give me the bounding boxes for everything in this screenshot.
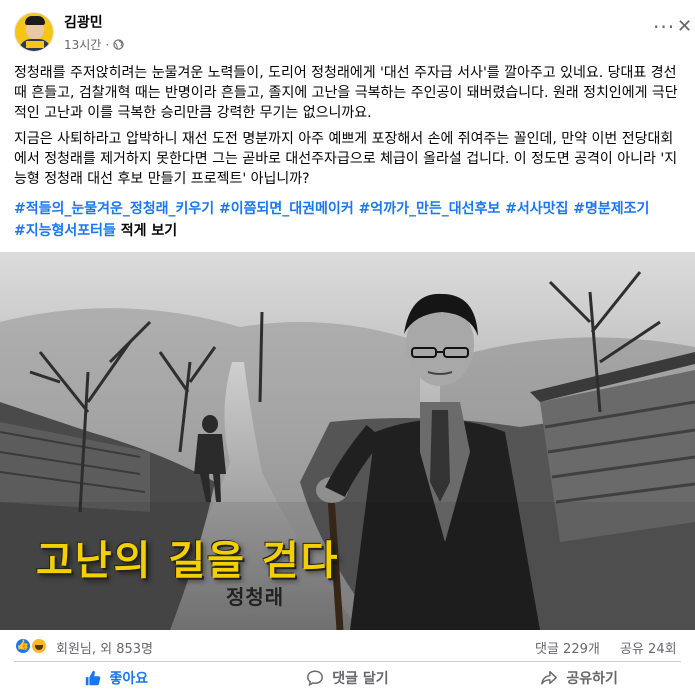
post-stats: 👍 회원님, 외 853명 댓글 229개 공유 24회 <box>0 632 695 662</box>
like-label: 좋아요 <box>109 670 149 687</box>
comment-label: 댓글 달기 <box>332 670 389 687</box>
hashtag-link[interactable]: #억까가_만든_대선후보 <box>359 201 501 217</box>
post-time[interactable]: 13시간 <box>64 36 101 53</box>
share-label: 공유하기 <box>566 670 618 687</box>
post-paragraph-1: 정청래를 주저앉히려는 눈물겨운 노력들이, 도리어 정청래에게 '대선 주자급… <box>14 65 678 121</box>
post-meta: 13시간 · <box>64 36 124 53</box>
post-header: 김광민 13시간 · ··· ✕ <box>0 0 695 62</box>
action-divider <box>14 661 681 662</box>
hashtag-link[interactable]: #이쯤되면_대권메이커 <box>219 201 354 217</box>
hashtag-link[interactable]: #지능형서포터들 <box>14 223 116 239</box>
share-icon <box>541 670 558 685</box>
hashtag-link[interactable]: #서사맛집 <box>505 201 568 217</box>
more-options-icon[interactable]: ··· <box>653 17 675 37</box>
action-bar: 좋아요 댓글 달기 공유하기 <box>0 663 695 692</box>
thumbs-up-icon <box>85 670 100 685</box>
comment-count[interactable]: 댓글 229개 <box>535 638 600 657</box>
hashtag-link[interactable]: #명분제조기 <box>573 201 649 217</box>
share-count[interactable]: 공유 24회 <box>620 638 677 657</box>
share-button[interactable]: 공유하기 <box>463 663 695 692</box>
post-image[interactable]: 고난의 길을 걷다 정청래 <box>0 252 695 630</box>
hashtag-link[interactable]: #적들의_눈물겨운_정청래_키우기 <box>14 201 214 217</box>
see-less-link[interactable]: 적게 보기 <box>121 223 177 239</box>
comment-icon <box>307 670 324 686</box>
close-icon[interactable]: ✕ <box>677 18 692 36</box>
author-avatar[interactable] <box>14 12 54 52</box>
like-button[interactable]: 좋아요 <box>0 663 232 692</box>
image-caption-title: 고난의 길을 걷다 <box>36 537 340 584</box>
haha-reaction-icon[interactable] <box>30 637 48 655</box>
hashtag-list: #적들의_눈물겨운_정청래_키우기 #이쯤되면_대권메이커 #억까가_만든_대선… <box>14 198 682 242</box>
globe-icon <box>113 39 124 50</box>
meta-separator: · <box>105 37 110 52</box>
reaction-count[interactable]: 회원님, 외 853명 <box>56 638 153 657</box>
comment-button[interactable]: 댓글 달기 <box>232 663 464 692</box>
image-caption-subtitle: 정청래 <box>226 585 285 609</box>
post-paragraph-2: 지금은 사퇴하라고 압박하니 재선 도전 명분까지 아주 예쁘게 포장해서 손에… <box>14 131 678 187</box>
author-name[interactable]: 김광민 <box>64 12 103 32</box>
